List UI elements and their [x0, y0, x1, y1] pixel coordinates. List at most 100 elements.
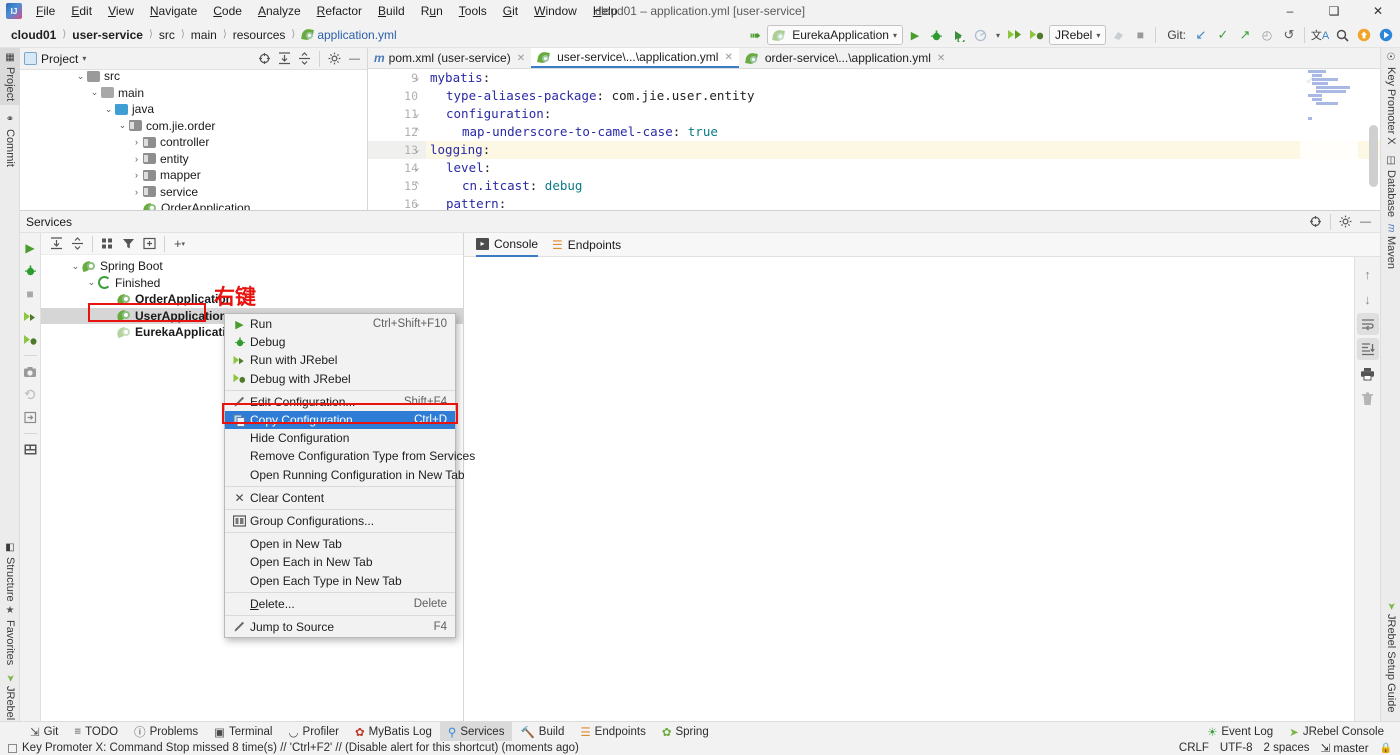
git-rollback-icon[interactable]: ↺ [1279, 25, 1299, 45]
menu-tools[interactable]: Tools [451, 1, 495, 21]
sidebar-item-project[interactable]: ▦ Project [0, 48, 20, 106]
target-icon[interactable] [1307, 213, 1324, 230]
services-tree-item-spring-boot[interactable]: ⌄ Spring Boot [41, 258, 463, 275]
run-configuration-selector[interactable]: EurekaApplication ▾ [767, 25, 903, 45]
chevron-down-icon[interactable]: ▾ [82, 54, 86, 63]
sidebar-item-structure[interactable]: ◧ Structure [0, 538, 20, 606]
chevron-down-icon[interactable]: ⌄ [69, 261, 82, 272]
lock-icon[interactable]: 🔒 [1380, 743, 1392, 754]
scroll-to-end-icon[interactable] [1356, 338, 1379, 360]
sidebar-item-commit[interactable]: ⚭ Commit [0, 110, 20, 171]
bottom-tab-build[interactable]: 🔨 Build [512, 722, 572, 742]
breadcrumb-project[interactable]: cloud01 [6, 27, 61, 43]
tab-user-service-application-yml[interactable]: user-service\...\application.yml ✕ [531, 48, 739, 68]
chevron-down-icon[interactable]: ⌄ [88, 87, 101, 98]
new-tab-icon[interactable] [140, 235, 159, 253]
menu-help[interactable]: Help [585, 1, 626, 21]
fold-marker[interactable]: ⌄ [412, 159, 422, 177]
chevron-right-icon[interactable]: › [130, 187, 143, 197]
trash-icon[interactable] [1357, 388, 1379, 410]
collapse-all-icon[interactable] [296, 50, 313, 67]
stop-icon[interactable]: ■ [21, 283, 40, 304]
minimize-icon[interactable]: — [1357, 213, 1374, 230]
chevron-right-icon[interactable]: › [130, 154, 143, 164]
context-menu-item-open-running-configuration-in-new-tab[interactable]: Open Running Configuration in New Tab [225, 466, 465, 484]
fold-marker[interactable]: ⌄ [412, 105, 422, 123]
layout-icon[interactable] [21, 439, 40, 460]
context-menu-item-group-configurations[interactable]: Group Configurations... [225, 512, 455, 530]
tab-order-service-application-yml[interactable]: order-service\...\application.yml ✕ [738, 48, 952, 68]
add-icon[interactable]: + ▾ [170, 235, 189, 253]
gear-icon[interactable] [326, 50, 343, 67]
sidebar-item-key-promoter[interactable]: ☉ Key Promoter X [1381, 48, 1400, 149]
breadcrumb-module[interactable]: user-service [67, 27, 148, 43]
back-arrow-icon[interactable]: ➠ [745, 25, 765, 45]
tab-pom-xml[interactable]: m pom.xml (user-service) ✕ [368, 48, 532, 68]
menu-refactor[interactable]: Refactor [309, 1, 370, 21]
editor-minimap[interactable] [1300, 69, 1358, 210]
minimize-icon[interactable]: — [346, 50, 363, 67]
chevron-down-icon[interactable]: ⌄ [74, 71, 87, 82]
git-update-icon[interactable]: ↙ [1191, 25, 1211, 45]
context-menu-item-debug-with-jrebel[interactable]: Debug with JRebel [225, 370, 455, 388]
run-with-coverage-button[interactable] [949, 25, 969, 45]
chevron-down-icon[interactable]: ⌄ [85, 277, 98, 288]
console-output[interactable] [464, 257, 1354, 721]
context-menu-item-open-each-in-new-tab[interactable]: Open Each in New Tab [225, 553, 455, 571]
minimize-button[interactable]: – [1268, 0, 1312, 22]
debug-with-jrebel-button[interactable] [1027, 25, 1047, 45]
bottom-tab-problems[interactable]: ⓘ Problems [126, 722, 206, 742]
jrebel-selector[interactable]: JRebel ▾ [1048, 25, 1107, 45]
menu-analyze[interactable]: Analyze [250, 1, 309, 21]
context-menu-item-jump-to-source[interactable]: Jump to Source F4 [225, 618, 455, 636]
branch-indicator[interactable]: ⇲ master [1321, 741, 1369, 755]
attach-debugger-icon[interactable] [1108, 25, 1128, 45]
debug-with-jrebel-icon[interactable] [21, 329, 40, 350]
fold-marker[interactable]: ⌃ [412, 123, 422, 141]
status-bar-message[interactable]: Key Promoter X: Command Stop missed 8 ti… [22, 742, 579, 754]
bottom-tab-profiler[interactable]: ◡ Profiler [281, 722, 347, 742]
menu-build[interactable]: Build [370, 1, 413, 21]
context-menu-item-hide-configuration[interactable]: Hide Configuration [225, 429, 455, 447]
fold-marker[interactable]: ⌃ [412, 177, 422, 195]
debug-button[interactable] [927, 25, 947, 45]
tab-endpoints[interactable]: ☰ Endpoints [552, 233, 621, 257]
context-menu-item-run-with-jrebel[interactable]: Run with JRebel [225, 351, 455, 369]
tree-item-service[interactable]: › service [20, 184, 367, 201]
tree-item-java[interactable]: ⌄ java [20, 101, 367, 118]
collapse-all-icon[interactable] [68, 235, 87, 253]
close-icon[interactable]: ✕ [517, 53, 525, 64]
git-history-icon[interactable]: ◴ [1257, 25, 1277, 45]
menu-git[interactable]: Git [495, 1, 526, 21]
menu-run[interactable]: Run [413, 1, 451, 21]
line-separator-indicator[interactable]: CRLF [1179, 742, 1209, 754]
chevron-down-icon[interactable]: ⌄ [116, 120, 129, 131]
bottom-tab-services[interactable]: ⚲ Services [439, 721, 513, 742]
context-menu-item-open-in-new-tab[interactable]: Open in New Tab [225, 535, 455, 553]
menu-file[interactable]: File [28, 1, 63, 21]
close-icon[interactable]: ✕ [724, 52, 732, 63]
tree-item-com-jie-order[interactable]: ⌄ com.jie.order [20, 118, 367, 135]
tree-item-controller[interactable]: › controller [20, 134, 367, 151]
export-icon[interactable] [21, 407, 40, 428]
run-with-jrebel-icon[interactable] [21, 306, 40, 327]
updates-icon[interactable] [1354, 25, 1374, 45]
sidebar-item-jrebel[interactable]: ➤ JRebel [0, 670, 20, 725]
context-menu-item-remove-configuration-type[interactable]: Remove Configuration Type from Services [225, 447, 475, 465]
code-editor[interactable]: 9 10 11 12 13 14 15 16 ⌄ ⌄ ⌃ ⌄ ⌄ ⌃ ⌄ myb… [368, 69, 1380, 210]
bottom-tab-jrebel-console[interactable]: ➤ JRebel Console [1281, 722, 1392, 742]
menu-view[interactable]: View [100, 1, 142, 21]
run-button[interactable]: ▶ [905, 25, 925, 45]
breadcrumb-resources[interactable]: resources [228, 27, 291, 43]
run-with-jrebel-button[interactable] [1005, 25, 1025, 45]
menu-window[interactable]: Window [526, 1, 585, 21]
breadcrumb-src[interactable]: src [154, 27, 180, 43]
git-commit-icon[interactable]: ✓ [1213, 25, 1233, 45]
sidebar-item-maven[interactable]: m Maven [1381, 220, 1400, 273]
chevron-down-icon[interactable]: ⌄ [102, 104, 115, 115]
sidebar-item-jrebel-setup-guide[interactable]: ➤ JRebel Setup Guide [1381, 598, 1400, 717]
bottom-tab-git[interactable]: ⇲ Git [22, 722, 66, 742]
target-icon[interactable] [256, 50, 273, 67]
chevron-down-icon[interactable]: ▾ [993, 25, 1003, 45]
encoding-indicator[interactable]: UTF-8 [1220, 742, 1253, 754]
